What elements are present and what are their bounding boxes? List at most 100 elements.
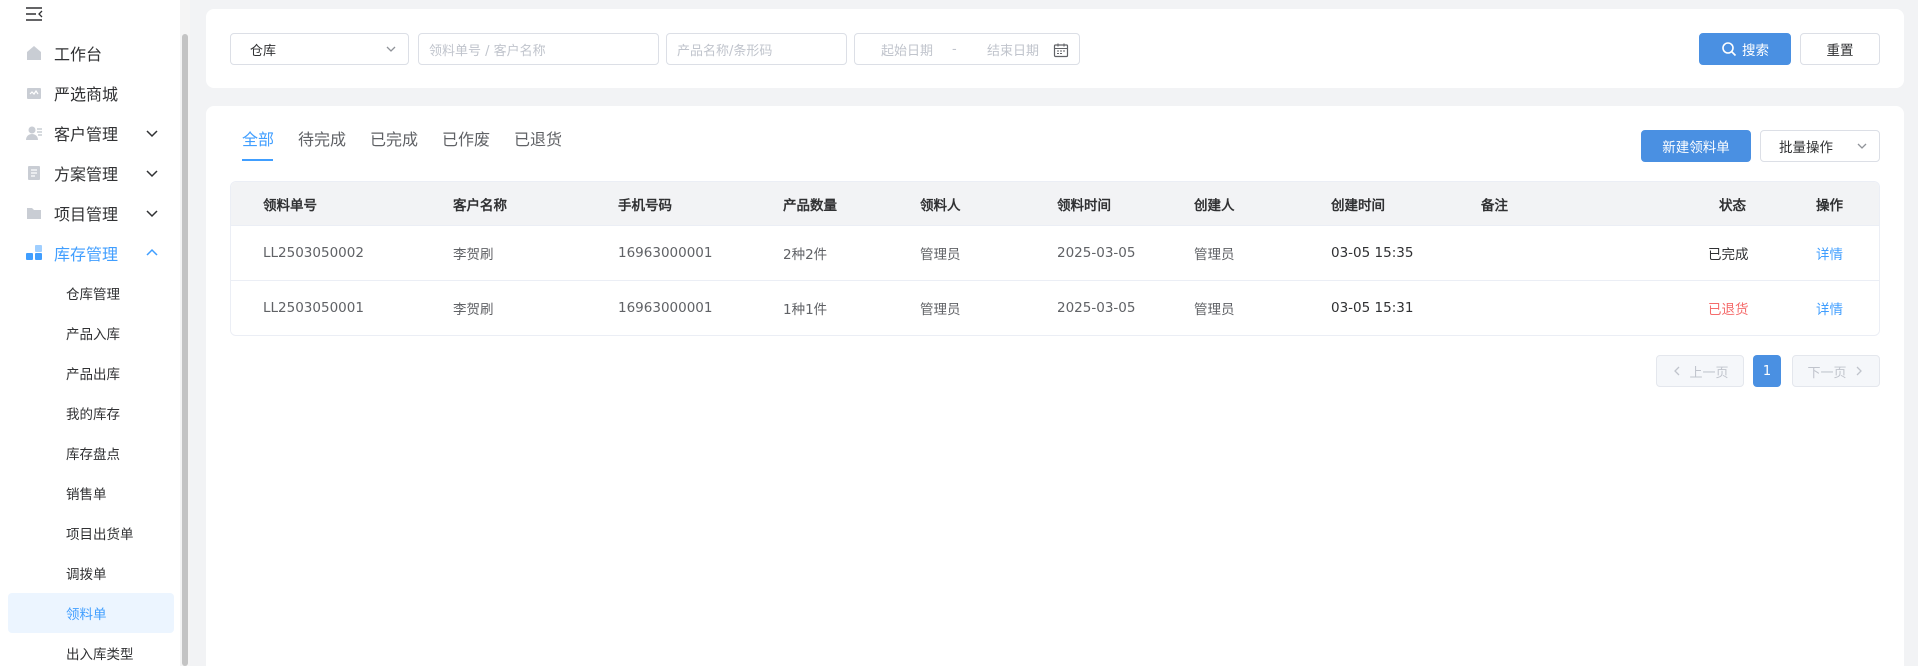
cell-creator: 管理员 — [1194, 247, 1235, 263]
table-row: LL2503050001 李贺刷 16963000001 1种1件 管理员 20… — [231, 280, 1879, 335]
order-search-placeholder: 领料单号 / 客户名称 — [429, 43, 546, 59]
submenu-item-sales-order[interactable]: 销售单 — [8, 473, 174, 513]
sidebar-scrollbar[interactable] — [180, 0, 190, 666]
submenu-item-my-stock[interactable]: 我的库存 — [8, 393, 174, 433]
menu-item-inventory[interactable]: 库存管理 — [8, 233, 174, 273]
status-badge: 已完成 — [1708, 247, 1749, 263]
chevron-down-icon — [146, 210, 158, 218]
cell-picker: 管理员 — [920, 302, 961, 318]
column-header: 状态 — [1719, 197, 1746, 214]
new-requisition-button[interactable]: 新建领料单 — [1641, 130, 1751, 162]
cell-customer: 李贺刷 — [453, 247, 494, 263]
tab-returned[interactable]: 已退货 — [514, 126, 562, 156]
submenu-label: 我的库存 — [66, 407, 120, 423]
tab-voided[interactable]: 已作废 — [442, 126, 490, 156]
product-search-input[interactable]: 产品名称/条形码 — [666, 33, 847, 65]
cell-created-time: 03-05 15:31 — [1331, 300, 1414, 316]
main-panel: 全部 待完成 已完成 已作废 已退货 新建领料单 批量操作 领料单号 客户名称 … — [206, 106, 1904, 666]
new-requisition-label: 新建领料单 — [1662, 140, 1730, 156]
menu-collapse-icon[interactable] — [24, 4, 44, 24]
order-search-input[interactable]: 领料单号 / 客户名称 — [418, 33, 659, 65]
submenu-item-warehouse[interactable]: 仓库管理 — [8, 273, 174, 313]
submenu-item-project-shipment[interactable]: 项目出货单 — [8, 513, 174, 553]
folder-icon — [24, 203, 44, 223]
submenu-label: 出入库类型 — [66, 647, 134, 663]
next-page-button[interactable]: 下一页 — [1792, 355, 1880, 387]
cell-quantity: 1种1件 — [783, 302, 828, 318]
table-header: 领料单号 客户名称 手机号码 产品数量 领料人 领料时间 创建人 创建时间 备注… — [231, 182, 1879, 225]
cell-pick-time: 2025-03-05 — [1057, 300, 1136, 316]
product-search-placeholder: 产品名称/条形码 — [677, 43, 773, 59]
sidebar: 工作台 严选商城 客户管理 方案管理 项目管理 库存管理 仓库管理 产品入库 产… — [0, 0, 190, 666]
detail-link[interactable]: 详情 — [1816, 226, 1843, 280]
batch-actions-dropdown[interactable]: 批量操作 — [1760, 130, 1880, 162]
submenu-item-product-inbound[interactable]: 产品入库 — [8, 313, 174, 353]
submenu-label: 库存盘点 — [66, 447, 120, 463]
page-number-label: 1 — [1762, 363, 1772, 379]
cell-order-number: LL2503050002 — [263, 245, 364, 261]
requisition-table: 领料单号 客户名称 手机号码 产品数量 领料人 领料时间 创建人 创建时间 备注… — [230, 181, 1880, 336]
menu-item-project[interactable]: 项目管理 — [8, 193, 174, 233]
batch-actions-label: 批量操作 — [1779, 140, 1833, 156]
search-button[interactable]: 搜索 — [1699, 33, 1791, 65]
tab-label: 已作废 — [442, 130, 491, 149]
status-badge: 已退货 — [1708, 302, 1749, 318]
tab-all[interactable]: 全部 — [242, 126, 274, 156]
submenu-item-material-requisition[interactable]: 领料单 — [8, 593, 174, 633]
column-header: 备注 — [1481, 197, 1508, 214]
cell-phone: 16963000001 — [618, 300, 713, 316]
menu-item-label: 库存管理 — [54, 245, 119, 264]
tab-active-indicator — [242, 159, 273, 161]
submenu-item-transfer[interactable]: 调拨单 — [8, 553, 174, 593]
column-header: 客户名称 — [453, 197, 507, 214]
shop-icon — [24, 83, 44, 103]
menu-item-workbench[interactable]: 工作台 — [8, 33, 174, 73]
sidebar-scrollbar-thumb[interactable] — [182, 34, 188, 666]
document-icon — [24, 163, 44, 183]
column-header: 产品数量 — [783, 197, 837, 214]
customer-icon — [24, 123, 44, 143]
cell-phone: 16963000001 — [618, 245, 713, 261]
column-header: 手机号码 — [618, 197, 672, 214]
prev-page-button[interactable]: 上一页 — [1656, 355, 1744, 387]
submenu-label: 仓库管理 — [66, 287, 120, 303]
date-separator: - — [952, 41, 957, 57]
table-row: LL2503050002 李贺刷 16963000001 2种2件 管理员 20… — [231, 225, 1879, 280]
submenu-item-stocktake[interactable]: 库存盘点 — [8, 433, 174, 473]
cell-creator: 管理员 — [1194, 302, 1235, 318]
filter-bar: 仓库 领料单号 / 客户名称 产品名称/条形码 起始日期 - 结束日期 搜索 重… — [206, 9, 1904, 88]
menu-item-label: 项目管理 — [54, 205, 119, 224]
column-header: 领料时间 — [1057, 197, 1111, 214]
tab-label: 全部 — [242, 130, 275, 149]
tab-completed[interactable]: 已完成 — [370, 126, 418, 156]
warehouse-select-value: 仓库 — [250, 43, 277, 59]
chevron-down-icon — [1857, 143, 1867, 149]
detail-link[interactable]: 详情 — [1816, 281, 1843, 335]
warehouse-select[interactable]: 仓库 — [230, 33, 409, 65]
cell-customer: 李贺刷 — [453, 302, 494, 318]
submenu-label: 产品出库 — [66, 367, 120, 383]
cell-pick-time: 2025-03-05 — [1057, 245, 1136, 261]
tab-label: 待完成 — [298, 130, 347, 149]
page-number-current[interactable]: 1 — [1753, 355, 1781, 387]
reset-button-label: 重置 — [1826, 43, 1854, 59]
submenu-item-product-outbound[interactable]: 产品出库 — [8, 353, 174, 393]
calendar-icon — [1053, 43, 1069, 58]
menu-item-customer[interactable]: 客户管理 — [8, 113, 174, 153]
date-range-picker[interactable]: 起始日期 - 结束日期 — [854, 33, 1080, 65]
menu-item-plan[interactable]: 方案管理 — [8, 153, 174, 193]
submenu-label: 领料单 — [66, 607, 107, 623]
tab-label: 已退货 — [514, 130, 563, 149]
menu-item-mall[interactable]: 严选商城 — [8, 73, 174, 113]
cell-picker: 管理员 — [920, 247, 961, 263]
next-page-label: 下一页 — [1807, 365, 1847, 381]
reset-button[interactable]: 重置 — [1800, 33, 1880, 65]
submenu-label: 项目出货单 — [66, 527, 134, 543]
menu-item-label: 客户管理 — [54, 125, 119, 144]
column-header: 创建人 — [1194, 197, 1235, 214]
tab-pending[interactable]: 待完成 — [298, 126, 346, 156]
chevron-down-icon — [146, 130, 158, 138]
submenu-item-io-type[interactable]: 出入库类型 — [8, 633, 174, 666]
tab-label: 已完成 — [370, 130, 419, 149]
submenu-label: 产品入库 — [66, 327, 120, 343]
